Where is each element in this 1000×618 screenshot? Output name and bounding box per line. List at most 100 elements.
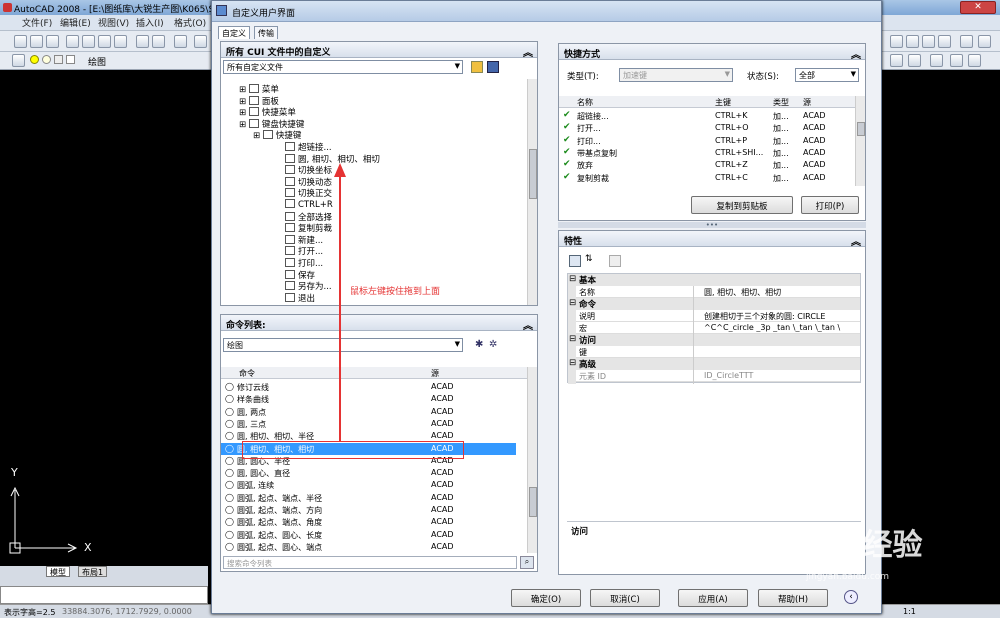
shortcut-scrollbar[interactable] — [855, 96, 865, 186]
tab-model[interactable]: 模型 — [46, 566, 70, 577]
command-list[interactable]: ◯ 修订云线 ACAD ◯ 样条曲线 ACAD ◯ 圆, 两点 ACAD ◯ 圆, 三点 ACAD ◯ 圆… — [221, 381, 527, 551]
splitter-handle[interactable]: ••• — [558, 222, 866, 229]
cui-file-select[interactable]: 所有自定义文件 ▼ — [223, 60, 463, 74]
prop-desc-value[interactable]: 创建相切于三个对象的圆: CIRCLE — [704, 311, 825, 322]
tree-item[interactable]: ⊞ 快捷键 — [253, 129, 301, 141]
menu-insert[interactable]: 插入(I) — [136, 16, 164, 29]
collapse-icon[interactable]: ︽ — [523, 317, 533, 332]
col-source[interactable]: 源 — [803, 97, 811, 108]
col-command[interactable]: 命令 — [239, 368, 255, 379]
prop-key-row[interactable]: 键 — [576, 346, 860, 358]
command-row[interactable]: ◯ 圆弧, 起点、圆心、端点 ACAD — [221, 541, 516, 551]
tree-item[interactable]: ⊞ 面板 — [239, 95, 279, 107]
redo-icon[interactable] — [194, 35, 207, 48]
tab-layout1[interactable]: 布局1 — [78, 566, 108, 577]
tool-palette-icon[interactable] — [960, 35, 973, 48]
col-source[interactable]: 源 — [431, 368, 439, 379]
command-scroll-thumb[interactable] — [529, 487, 537, 517]
help-button[interactable]: 帮助(H) — [758, 589, 828, 607]
expand-icon[interactable]: ⊞ — [253, 131, 263, 141]
menu-file[interactable]: 文件(F) — [22, 16, 52, 29]
tree-item[interactable]: 保存 — [285, 269, 315, 281]
expand-icon[interactable]: ⊞ — [239, 120, 249, 130]
tree-item[interactable]: 切换正交 — [285, 187, 332, 199]
collapse-icon[interactable]: ︽ — [851, 46, 861, 61]
prop-macro-value[interactable]: ^C^C_circle _3p _tan \_tan \_tan \ — [704, 323, 862, 332]
expand-icon[interactable]: ⊞ — [239, 97, 249, 107]
command-row[interactable]: ◯ 圆弧, 起点、端点、角度 ACAD — [221, 516, 516, 528]
drawing-area-left[interactable]: Y X — [0, 70, 208, 566]
match-icon[interactable] — [152, 35, 165, 48]
tree-item[interactable]: ⊞ 快捷菜单 — [239, 106, 296, 118]
cat-command[interactable]: ⊟ 命令 — [569, 298, 860, 310]
sort-az-icon[interactable]: ⇅ — [585, 254, 593, 264]
collapse-icon[interactable]: ︽ — [523, 44, 533, 59]
tree-scroll-thumb[interactable] — [529, 149, 537, 199]
tree-scrollbar[interactable] — [527, 79, 537, 305]
command-line[interactable] — [0, 586, 208, 604]
expand-icon[interactable]: ⊞ — [239, 108, 249, 118]
customization-tree[interactable]: ⊞ 菜单 ⊞ 面板 ⊞ 快捷菜单 ⊞ 键盘快捷键 ⊞ 快捷键 超链接... 圆, 相切、相切… — [221, 79, 527, 305]
back-arrow-icon[interactable]: ‹ — [844, 590, 858, 604]
apply-button[interactable]: 应用(A) — [678, 589, 748, 607]
col-type[interactable]: 类型 — [773, 97, 789, 108]
open-icon[interactable] — [30, 35, 43, 48]
command-row[interactable]: ◯ 圆弧, 起点、端点、方向 ACAD — [221, 504, 516, 516]
tree-item[interactable]: CTRL+R — [285, 199, 333, 210]
menu-view[interactable]: 视图(V) — [98, 16, 129, 29]
command-row[interactable]: ◯ 圆弧, 起点、端点、半径 ACAD — [221, 492, 516, 504]
print-button[interactable]: 打印(P) — [801, 196, 859, 214]
tree-item[interactable]: 退出 — [285, 292, 315, 304]
properties-icon[interactable] — [922, 35, 935, 48]
prop-desc-row[interactable]: 说明 创建相切于三个对象的圆: CIRCLE — [576, 310, 860, 322]
zoom-icon[interactable] — [890, 35, 903, 48]
cut-icon[interactable] — [136, 35, 149, 48]
new-icon[interactable] — [14, 35, 27, 48]
plot-icon[interactable] — [114, 35, 127, 48]
prop-name-row[interactable]: 名称 圆, 相切、相切、相切 — [576, 286, 860, 298]
tree-item[interactable]: 切换坐标 — [285, 164, 332, 176]
current-layer[interactable]: 绘图 — [88, 55, 106, 68]
column-divider[interactable] — [693, 286, 694, 384]
property-pages-icon[interactable] — [609, 255, 621, 267]
find-replace-icon[interactable]: ✲ — [489, 339, 497, 350]
collapse-minus-icon[interactable]: ⊟ — [569, 358, 576, 368]
shortcut-scroll-thumb[interactable] — [857, 122, 865, 136]
tree-item[interactable]: 打开... — [285, 245, 323, 257]
command-row[interactable]: ◯ 圆弧, 连续 ACAD — [221, 479, 516, 491]
type-select[interactable]: 加速键 ▼ — [619, 68, 733, 82]
tab-transfer[interactable]: 传输 — [254, 26, 278, 39]
color-icon[interactable] — [66, 55, 75, 64]
textstyle-icon[interactable] — [908, 54, 921, 67]
collapse-minus-icon[interactable]: ⊟ — [569, 334, 576, 344]
collapse-minus-icon[interactable]: ⊟ — [569, 274, 576, 284]
shortcut-row[interactable]: ✔ 打开... CTRL+O 加... ACAD — [559, 122, 844, 134]
tree-item[interactable]: ⊞ 菜单 — [239, 83, 279, 95]
cancel-button[interactable]: 取消(C) — [590, 589, 660, 607]
shortcut-table[interactable]: ✔ 超链接... CTRL+K 加... ACAD ✔ 打开... CTRL+O 加... ACA… — [559, 110, 855, 186]
app-close-icon[interactable]: ✕ — [960, 1, 996, 14]
tablestyle-icon[interactable] — [950, 54, 963, 67]
command-row[interactable]: ◯ 圆弧, 起点、圆心、长度 ACAD — [221, 529, 516, 541]
shortcut-row[interactable]: ✔ 超链接... CTRL+K 加... ACAD — [559, 110, 844, 122]
expand-icon[interactable]: ⊞ — [239, 85, 249, 95]
design-center-icon[interactable] — [938, 35, 951, 48]
menu-format[interactable]: 格式(O) — [174, 16, 206, 29]
state-select[interactable]: 全部 ▼ — [795, 68, 859, 82]
preview-icon[interactable] — [82, 35, 95, 48]
save-icon[interactable] — [46, 35, 59, 48]
tree-item[interactable]: ⊞ 键盘快捷键 — [239, 118, 304, 130]
tab-customize[interactable]: 自定义 — [218, 26, 250, 39]
calc-icon[interactable] — [978, 35, 991, 48]
tree-item[interactable]: 全部选择 — [285, 211, 332, 223]
categorized-icon[interactable] — [569, 255, 581, 267]
mleader-icon[interactable] — [968, 54, 981, 67]
tree-item[interactable]: 另存为... — [285, 280, 332, 292]
command-search-input[interactable]: 搜索命令列表 — [223, 556, 517, 569]
annotation-scale[interactable]: 1:1 — [903, 607, 916, 616]
layers-icon[interactable] — [12, 54, 25, 67]
collapse-icon[interactable]: ︽ — [851, 233, 861, 248]
tree-item[interactable]: 新建... — [285, 234, 323, 246]
dimstyle-icon[interactable] — [930, 54, 943, 67]
command-list-scrollbar[interactable] — [527, 367, 537, 553]
